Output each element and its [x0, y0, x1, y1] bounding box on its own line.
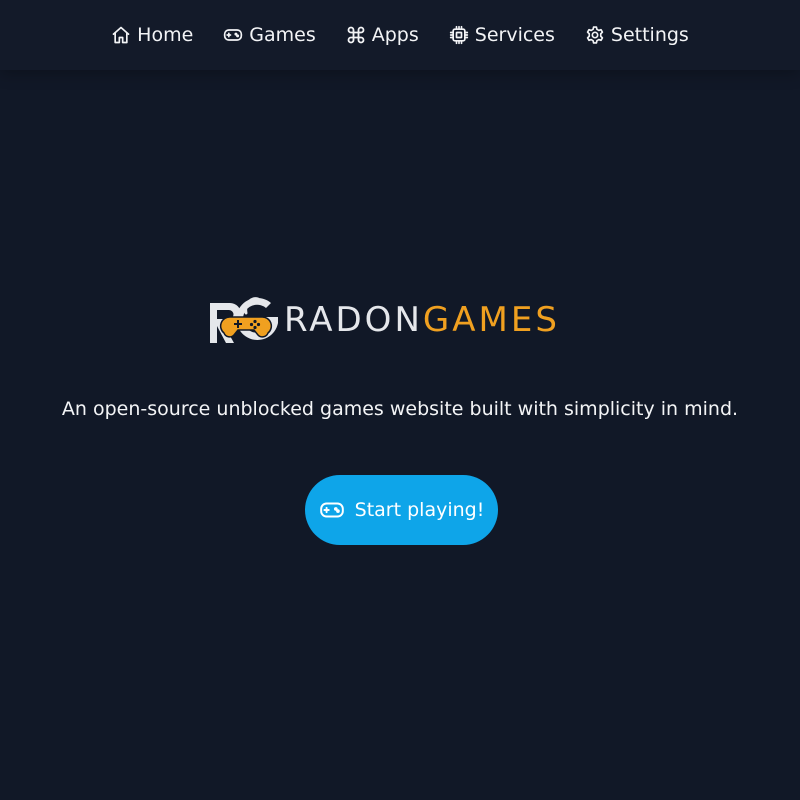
nav-item-label: Apps — [371, 24, 419, 46]
top-navbar: Home Games Apps Services Settings — [0, 0, 800, 70]
nav-item-label: Games — [249, 24, 316, 46]
nav-item-label: Services — [474, 24, 555, 46]
logo-wordmark: RADONGAMES — [284, 303, 560, 337]
hero-tagline: An open-source unblocked games website b… — [61, 398, 739, 420]
logo-word-games: GAMES — [422, 300, 560, 340]
page: Home Games Apps Services Settings RADONG… — [0, 0, 800, 800]
start-playing-button[interactable]: Start playing! — [305, 475, 498, 545]
chip-icon — [449, 25, 469, 45]
gear-icon — [585, 25, 605, 45]
nav-item-settings[interactable]: Settings — [585, 24, 689, 46]
command-icon — [346, 25, 366, 45]
gamepad-icon — [319, 497, 345, 523]
rg-gamepad-logo-mark — [210, 297, 278, 343]
nav-item-label: Home — [137, 24, 194, 46]
nav-item-apps[interactable]: Apps — [346, 24, 419, 46]
nav-item-home[interactable]: Home — [111, 24, 193, 46]
nav-item-label: Settings — [610, 24, 689, 46]
gamepad-icon — [223, 25, 243, 45]
home-icon — [111, 25, 131, 45]
nav-item-games[interactable]: Games — [223, 24, 316, 46]
start-playing-label: Start playing! — [354, 499, 485, 521]
nav-item-services[interactable]: Services — [449, 24, 555, 46]
radon-games-logo: RADONGAMES — [208, 293, 598, 347]
logo-word-radon: RADON — [284, 300, 423, 340]
